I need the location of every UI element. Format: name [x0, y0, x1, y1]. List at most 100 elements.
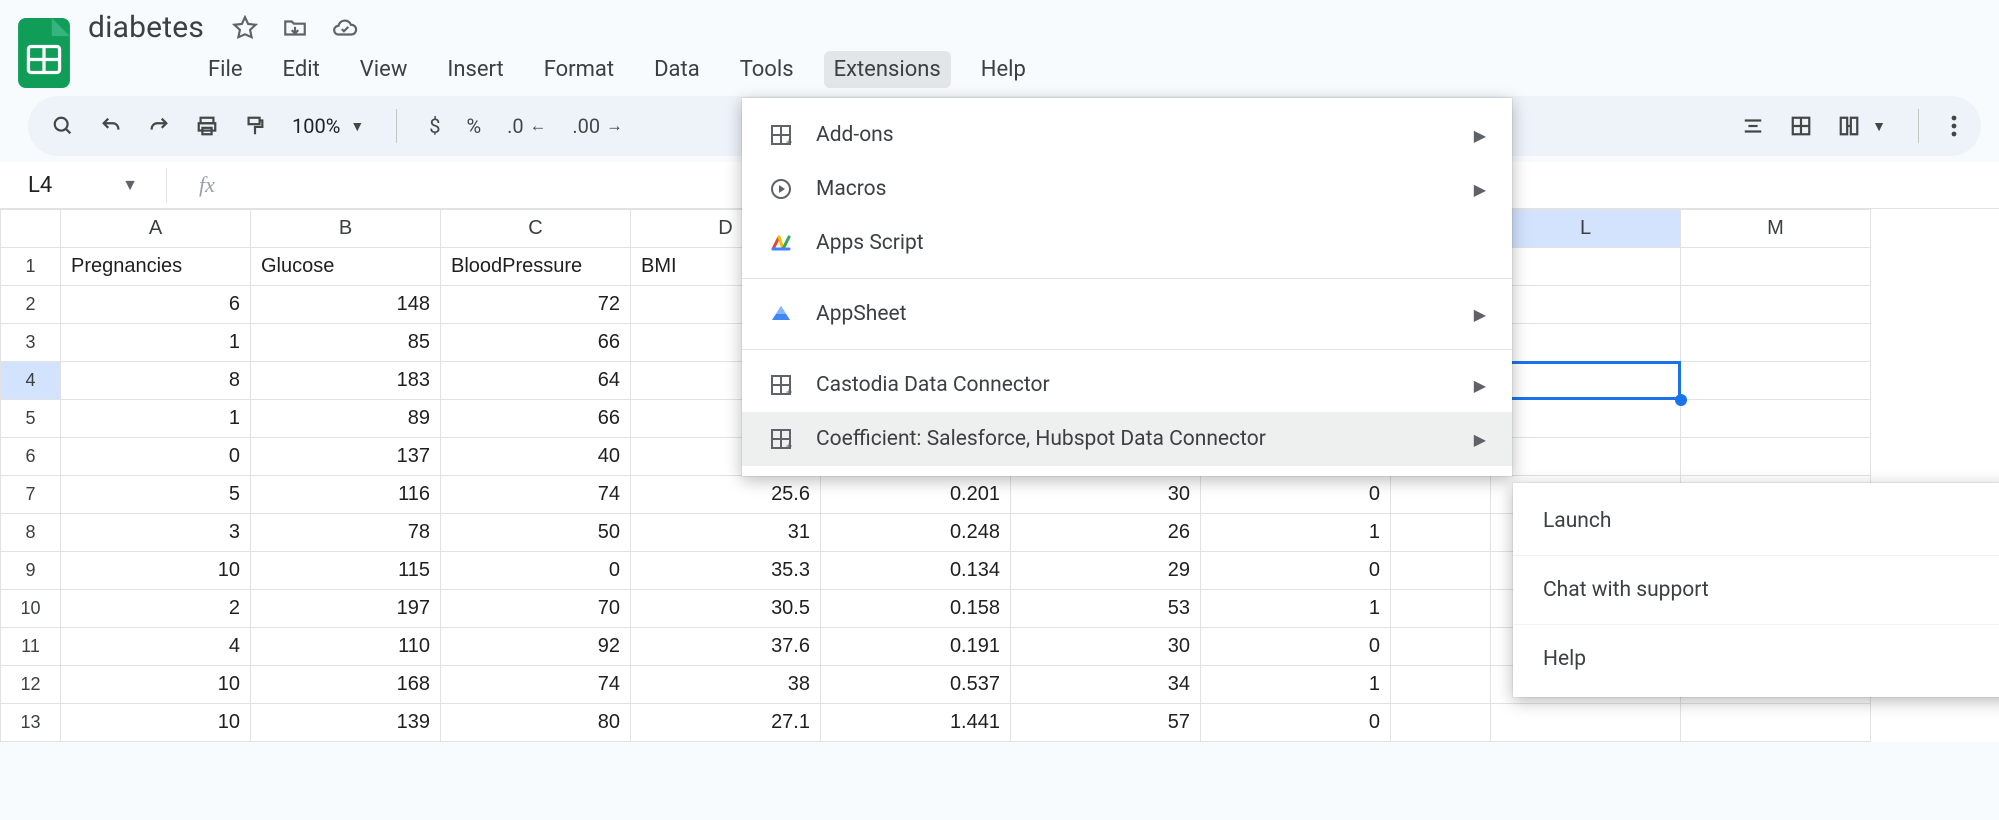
cell[interactable]: 53: [1011, 590, 1201, 628]
row-header[interactable]: 11: [1, 628, 61, 666]
cell[interactable]: 74: [441, 666, 631, 704]
column-header-M[interactable]: M: [1681, 210, 1871, 248]
cell[interactable]: 1: [61, 400, 251, 438]
cell[interactable]: 92: [441, 628, 631, 666]
cell[interactable]: 30: [1011, 628, 1201, 666]
cell[interactable]: 80: [441, 704, 631, 742]
row-header[interactable]: 9: [1, 552, 61, 590]
cell[interactable]: 25.6: [631, 476, 821, 514]
menu-help[interactable]: Help: [971, 51, 1036, 88]
cell[interactable]: 0.201: [821, 476, 1011, 514]
cell[interactable]: [1391, 666, 1491, 704]
cell[interactable]: [1491, 400, 1681, 438]
cell[interactable]: 64: [441, 362, 631, 400]
cell[interactable]: 0.248: [821, 514, 1011, 552]
column-header-C[interactable]: C: [441, 210, 631, 248]
cell[interactable]: [1491, 286, 1681, 324]
menu-file[interactable]: File: [198, 51, 253, 88]
cell[interactable]: [1681, 286, 1871, 324]
menu-data[interactable]: Data: [644, 51, 710, 88]
cell[interactable]: 30.5: [631, 590, 821, 628]
row-header[interactable]: 1: [1, 248, 61, 286]
menu-view[interactable]: View: [350, 51, 418, 88]
cell[interactable]: [1681, 362, 1871, 400]
more-icon[interactable]: [1951, 115, 1957, 137]
cell[interactable]: 0.158: [821, 590, 1011, 628]
cell[interactable]: 10: [61, 552, 251, 590]
menu-apps-script[interactable]: Apps Script: [742, 216, 1512, 270]
cell[interactable]: [1491, 438, 1681, 476]
cell[interactable]: [1681, 400, 1871, 438]
select-all-corner[interactable]: [1, 210, 61, 248]
format-percent-button[interactable]: %: [466, 114, 481, 138]
cell[interactable]: 8: [61, 362, 251, 400]
cell[interactable]: 4: [61, 628, 251, 666]
cell[interactable]: 35.3: [631, 552, 821, 590]
cell[interactable]: 197: [251, 590, 441, 628]
cell[interactable]: [1491, 704, 1681, 742]
star-icon[interactable]: [232, 15, 258, 41]
format-currency-button[interactable]: $: [429, 114, 440, 138]
cell[interactable]: 0: [1201, 476, 1391, 514]
row-header[interactable]: 12: [1, 666, 61, 704]
paint-format-icon[interactable]: [244, 115, 266, 137]
cloud-saved-icon[interactable]: [332, 15, 358, 41]
undo-icon[interactable]: [100, 115, 122, 137]
cell[interactable]: [1391, 476, 1491, 514]
row-header[interactable]: 13: [1, 704, 61, 742]
cell[interactable]: 10: [61, 666, 251, 704]
cell[interactable]: 1: [1201, 666, 1391, 704]
zoom-select[interactable]: 100%▼: [292, 114, 364, 138]
cell[interactable]: [1491, 248, 1681, 286]
cell[interactable]: 34: [1011, 666, 1201, 704]
cell[interactable]: 27.1: [631, 704, 821, 742]
menu-macros[interactable]: Macros ▶: [742, 162, 1512, 216]
menu-tools[interactable]: Tools: [730, 51, 804, 88]
cell[interactable]: [1681, 438, 1871, 476]
column-header-A[interactable]: A: [61, 210, 251, 248]
cell[interactable]: 1: [1201, 590, 1391, 628]
cell[interactable]: 0.134: [821, 552, 1011, 590]
menu-coefficient[interactable]: + Coefficient: Salesforce, Hubspot Data …: [742, 412, 1512, 466]
cell[interactable]: 29: [1011, 552, 1201, 590]
cell[interactable]: [1391, 552, 1491, 590]
column-header-B[interactable]: B: [251, 210, 441, 248]
cell[interactable]: 148: [251, 286, 441, 324]
merge-icon[interactable]: ▼: [1838, 115, 1886, 137]
cell[interactable]: 66: [441, 324, 631, 362]
cell[interactable]: 50: [441, 514, 631, 552]
cell[interactable]: 89: [251, 400, 441, 438]
increase-decimals-button[interactable]: .00→: [572, 114, 622, 138]
cell[interactable]: 0: [61, 438, 251, 476]
cell[interactable]: [1491, 324, 1681, 362]
row-header[interactable]: 7: [1, 476, 61, 514]
cell[interactable]: 0.191: [821, 628, 1011, 666]
cell[interactable]: 85: [251, 324, 441, 362]
cell[interactable]: 66: [441, 400, 631, 438]
borders-icon[interactable]: [1790, 115, 1812, 137]
cell[interactable]: 5: [61, 476, 251, 514]
sheets-logo-icon[interactable]: [18, 18, 70, 88]
cell[interactable]: [1391, 628, 1491, 666]
cell[interactable]: 70: [441, 590, 631, 628]
row-header[interactable]: 5: [1, 400, 61, 438]
cell[interactable]: 30: [1011, 476, 1201, 514]
submenu-chat-support[interactable]: Chat with support: [1513, 555, 1999, 624]
print-icon[interactable]: [196, 115, 218, 137]
cell[interactable]: 38: [631, 666, 821, 704]
cell[interactable]: [1391, 590, 1491, 628]
cell[interactable]: 139: [251, 704, 441, 742]
active-cell[interactable]: [1491, 362, 1681, 400]
menu-addons[interactable]: + Add-ons ▶: [742, 108, 1512, 162]
cell[interactable]: 6: [61, 286, 251, 324]
cell[interactable]: [1681, 248, 1871, 286]
row-header[interactable]: 2: [1, 286, 61, 324]
row-header[interactable]: 3: [1, 324, 61, 362]
cell[interactable]: 37.6: [631, 628, 821, 666]
name-box[interactable]: L4 ▼: [18, 169, 148, 202]
cell[interactable]: 115: [251, 552, 441, 590]
row-header[interactable]: 8: [1, 514, 61, 552]
decrease-decimals-button[interactable]: .0←: [507, 114, 546, 138]
cell[interactable]: [1681, 704, 1871, 742]
cell[interactable]: [1391, 514, 1491, 552]
